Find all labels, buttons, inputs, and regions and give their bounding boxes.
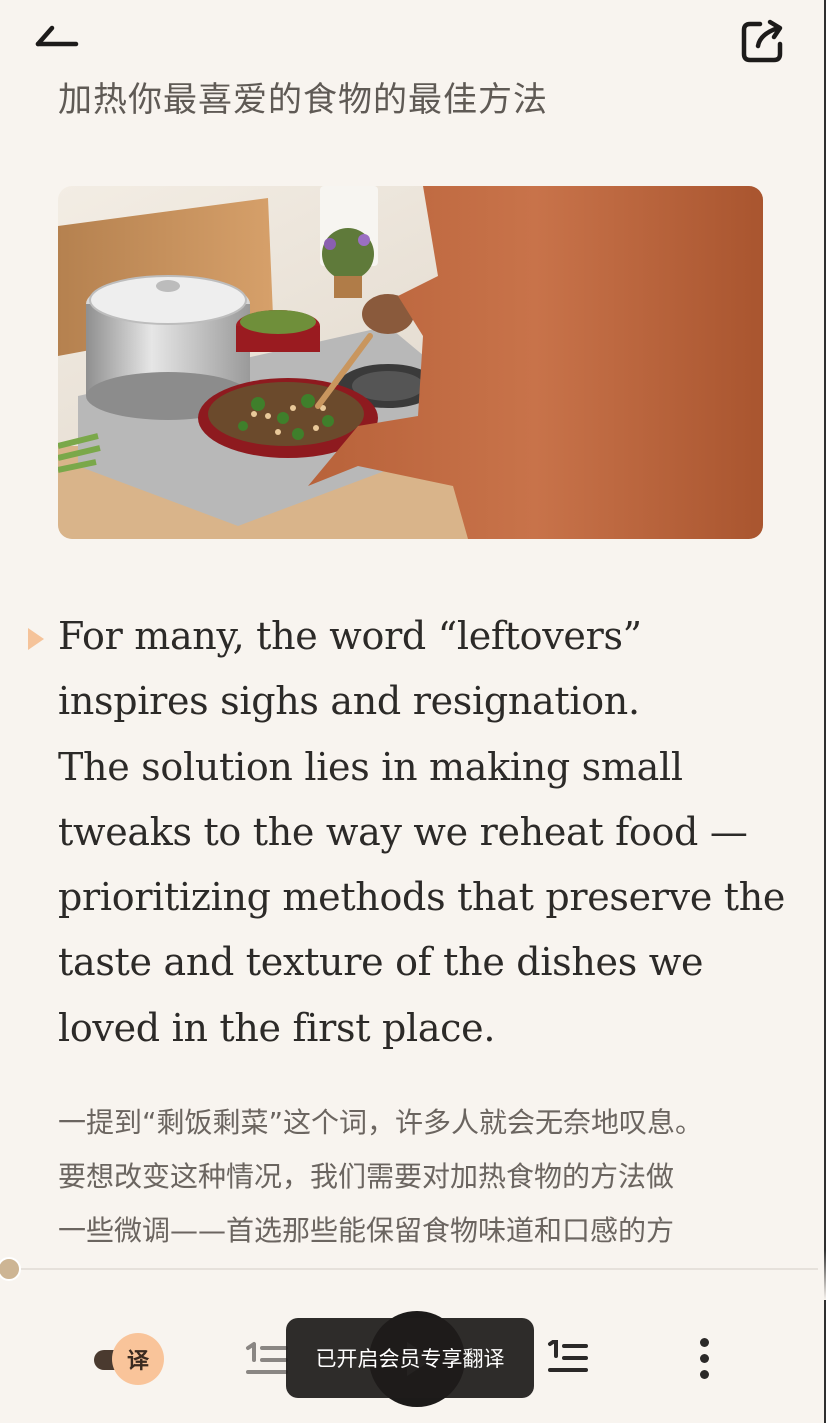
paragraph-line: taste and texture of the dishes we	[58, 940, 704, 985]
more-vertical-icon	[700, 1354, 709, 1363]
paragraph-line: tweaks to the way we reheat food —	[58, 809, 748, 854]
english-paragraph[interactable]: For many, the word “leftovers” inspires …	[58, 604, 788, 1061]
next-paragraph-button[interactable]	[546, 1338, 590, 1380]
translate-toggle[interactable]: 译	[94, 1333, 166, 1385]
share-button[interactable]	[738, 16, 788, 66]
list-previous-icon	[246, 1342, 288, 1374]
translate-label: 译	[126, 1348, 149, 1374]
list-next-icon	[548, 1338, 588, 1372]
reading-position-marker	[28, 628, 44, 650]
previous-paragraph-button[interactable]	[244, 1340, 288, 1380]
toast-notification: 已开启会员专享翻译	[286, 1318, 534, 1398]
translation-line: 要想改变这种情况，我们需要对加热食物的方法做	[58, 1160, 675, 1193]
more-vertical-icon	[700, 1338, 709, 1347]
paragraph-line: The solution lies in making small	[58, 744, 683, 789]
back-arrow-icon	[35, 25, 79, 47]
reading-progress-track[interactable]	[8, 1268, 818, 1270]
paragraph-line: prioritizing methods that preserve the	[58, 875, 786, 920]
more-options-button[interactable]	[690, 1334, 720, 1384]
paragraph-line: inspires sighs and resignation.	[58, 679, 640, 724]
translation-paragraph: 一提到“剩饭剩菜”这个词，许多人就会无奈地叹息。 要想改变这种情况，我们需要对加…	[58, 1096, 778, 1258]
hero-image	[58, 186, 763, 539]
translation-line: 一提到“剩饭剩菜”这个词，许多人就会无奈地叹息。	[58, 1106, 704, 1139]
paragraph-line: For many, the word “leftovers”	[58, 614, 642, 658]
back-button[interactable]	[30, 18, 84, 54]
paragraph-line: loved in the first place.	[58, 1005, 496, 1050]
more-vertical-icon	[700, 1370, 709, 1379]
article-subtitle: 加热你最喜爱的食物的最佳方法	[58, 80, 548, 120]
content-fade-overlay	[0, 1250, 826, 1300]
translate-icon: 译	[112, 1333, 164, 1385]
share-icon	[741, 19, 783, 63]
